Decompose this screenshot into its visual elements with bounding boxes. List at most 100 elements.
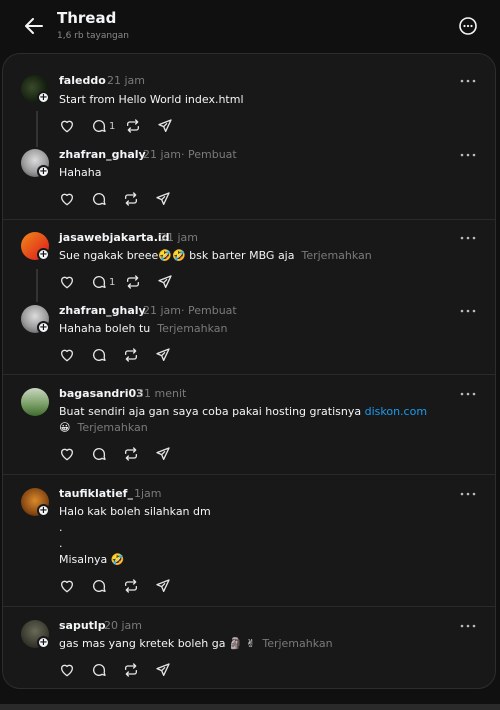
post-more-icon[interactable] bbox=[459, 76, 477, 86]
page-title: Thread bbox=[57, 9, 117, 27]
translate-link[interactable]: Terjemahkan bbox=[77, 421, 147, 434]
more-circle-icon bbox=[459, 17, 477, 35]
like-button[interactable] bbox=[59, 273, 75, 291]
divider bbox=[3, 606, 495, 607]
follow-plus-icon[interactable]: + bbox=[37, 165, 50, 178]
reply-button[interactable] bbox=[91, 661, 107, 679]
action-bar bbox=[59, 445, 187, 463]
follow-plus-icon[interactable]: + bbox=[37, 321, 50, 334]
share-button[interactable] bbox=[155, 190, 171, 208]
reply-button[interactable] bbox=[91, 577, 107, 595]
like-button[interactable] bbox=[59, 346, 75, 364]
repost-button[interactable] bbox=[123, 661, 139, 679]
username[interactable]: taufiklatief_ bbox=[59, 487, 133, 500]
repost-icon bbox=[127, 275, 140, 289]
share-button[interactable] bbox=[157, 273, 173, 291]
timestamp: 20 jam bbox=[104, 619, 143, 632]
translate-link[interactable]: Terjemahkan bbox=[301, 249, 371, 262]
post-text: Halo kak boleh silahkan dm bbox=[59, 505, 211, 518]
send-icon bbox=[156, 447, 170, 460]
post-more-icon[interactable] bbox=[459, 150, 477, 160]
like-button[interactable] bbox=[59, 577, 75, 595]
repost-icon bbox=[125, 663, 137, 677]
author-tag: · Pembuat bbox=[181, 148, 237, 161]
divider bbox=[3, 219, 495, 220]
timestamp: 31 menit bbox=[137, 387, 187, 400]
bottom-scroll-strip bbox=[0, 704, 500, 710]
like-button[interactable] bbox=[59, 117, 75, 135]
post-more-icon[interactable] bbox=[459, 489, 477, 499]
action-bar: 1 bbox=[59, 273, 189, 291]
share-button[interactable] bbox=[155, 661, 171, 679]
follow-plus-icon[interactable]: + bbox=[37, 248, 50, 261]
reply-button[interactable]: 1 bbox=[91, 273, 115, 291]
reply-button[interactable] bbox=[91, 346, 107, 364]
author-tag: · Pembuat bbox=[181, 304, 237, 317]
post-text-dot: . bbox=[59, 521, 63, 534]
reply-button[interactable] bbox=[91, 190, 107, 208]
post-more-icon[interactable] bbox=[459, 621, 477, 631]
heart-icon bbox=[61, 664, 73, 677]
post-text-line: gas mas yang kretek boleh ga 🗿 ✌ Terjema… bbox=[59, 637, 333, 650]
post-more-icon[interactable] bbox=[459, 306, 477, 316]
timestamp: 21 jam bbox=[143, 304, 182, 317]
send-icon bbox=[158, 275, 173, 288]
back-button[interactable] bbox=[22, 14, 46, 38]
share-button[interactable] bbox=[157, 117, 173, 135]
reply-button[interactable]: 1 bbox=[91, 117, 115, 135]
thread-connector bbox=[36, 111, 38, 147]
username[interactable]: jasawebjakarta.id bbox=[59, 231, 170, 244]
send-icon bbox=[156, 579, 170, 592]
reply-count: 1 bbox=[109, 276, 116, 288]
action-bar bbox=[59, 190, 187, 208]
timestamp: 1jam bbox=[134, 487, 162, 500]
send-icon bbox=[158, 119, 173, 132]
more-options-button[interactable] bbox=[457, 15, 479, 37]
emoji: 😀 bbox=[59, 421, 71, 434]
heart-icon bbox=[61, 276, 73, 289]
post-text-line: Sue ngakak breee🤣🤣 bsk barter MBG aja Te… bbox=[59, 249, 372, 262]
share-button[interactable] bbox=[155, 346, 171, 364]
repost-button[interactable] bbox=[125, 273, 141, 291]
thread-panel: + faleddo 21 jam Start from Hello World … bbox=[2, 53, 496, 689]
link[interactable]: diskon.com bbox=[365, 405, 427, 418]
timestamp: 21 jam bbox=[107, 74, 146, 87]
post-text: Start from Hello World index.html bbox=[59, 93, 244, 106]
action-bar: 1 bbox=[59, 117, 189, 135]
divider bbox=[3, 374, 495, 375]
follow-plus-icon[interactable]: + bbox=[37, 91, 50, 104]
translate-link[interactable]: Terjemahkan bbox=[157, 322, 227, 335]
reply-button[interactable] bbox=[91, 445, 107, 463]
heart-icon bbox=[61, 120, 73, 133]
repost-icon bbox=[127, 119, 140, 133]
username[interactable]: zhafran_ghaly bbox=[59, 304, 146, 317]
repost-button[interactable] bbox=[123, 190, 139, 208]
divider bbox=[3, 474, 495, 475]
username[interactable]: bagasandri03 bbox=[59, 387, 144, 400]
share-button[interactable] bbox=[155, 445, 171, 463]
username[interactable]: zhafran_ghaly bbox=[59, 148, 146, 161]
post-more-icon[interactable] bbox=[459, 389, 477, 399]
post-more-icon[interactable] bbox=[459, 233, 477, 243]
repost-button[interactable] bbox=[125, 117, 141, 135]
repost-button[interactable] bbox=[123, 346, 139, 364]
follow-plus-icon[interactable]: + bbox=[37, 504, 50, 517]
like-button[interactable] bbox=[59, 190, 75, 208]
like-button[interactable] bbox=[59, 445, 75, 463]
post-text: Hahaha boleh tu bbox=[59, 322, 151, 335]
like-button[interactable] bbox=[59, 661, 75, 679]
post-text: Sue ngakak breee🤣🤣 bsk barter MBG aja bbox=[59, 249, 295, 262]
share-button[interactable] bbox=[155, 577, 171, 595]
action-bar bbox=[59, 661, 187, 679]
post-text-line: 😀 Terjemahkan bbox=[59, 421, 148, 434]
follow-plus-icon[interactable]: + bbox=[37, 636, 50, 649]
heart-icon bbox=[61, 580, 73, 593]
repost-button[interactable] bbox=[123, 577, 139, 595]
username[interactable]: saputlp bbox=[59, 619, 106, 632]
translate-link[interactable]: Terjemahkan bbox=[262, 637, 332, 650]
username[interactable]: faleddo bbox=[59, 74, 106, 87]
comment-icon bbox=[93, 193, 106, 205]
avatar[interactable] bbox=[21, 388, 49, 416]
timestamp: 21 jam bbox=[160, 231, 199, 244]
repost-button[interactable] bbox=[123, 445, 139, 463]
